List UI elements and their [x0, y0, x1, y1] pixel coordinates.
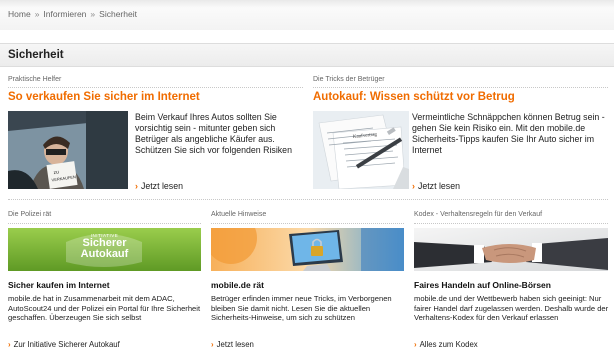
chevron-right-icon: › — [135, 181, 138, 191]
divider — [8, 87, 303, 88]
feature-1-read-more-link[interactable]: › Jetzt lesen — [135, 181, 183, 191]
card-2-image[interactable] — [211, 228, 404, 271]
card-1-title[interactable]: Sicher kaufen im Internet — [8, 280, 110, 290]
contract-papers-image: Kaufvertrag — [313, 111, 409, 189]
card-2-title[interactable]: mobile.de rät — [211, 280, 264, 290]
feature-1-label: Praktische Helfer — [8, 76, 62, 83]
man-in-car-image: zu VERKAUFEN — [8, 111, 128, 189]
card-3-link[interactable]: › Alles zum Kodex — [414, 340, 478, 349]
card-3-label: Kodex - Verhaltensregeln für den Verkauf — [414, 211, 543, 218]
breadcrumb-home-link[interactable]: Home — [8, 9, 31, 19]
chevron-right-icon: › — [211, 340, 214, 349]
feature-1-image[interactable]: zu VERKAUFEN — [8, 111, 128, 189]
breadcrumb-informieren-link[interactable]: Informieren — [43, 9, 86, 19]
chevron-right-icon: › — [414, 340, 417, 349]
divider — [414, 223, 608, 224]
divider — [313, 87, 608, 88]
card-1-label: Die Polizei rät — [8, 211, 52, 218]
chevron-right-icon: › — [8, 340, 11, 349]
padlock-monitor-image — [211, 228, 404, 271]
card-3-title[interactable]: Faires Handeln auf Online-Börsen — [414, 280, 551, 290]
feature-2-label: Die Tricks der Betrüger — [313, 76, 385, 83]
breadcrumb-separator: » — [34, 9, 40, 19]
section-divider — [8, 199, 608, 200]
card-1-link[interactable]: › Zur Initiative Sicherer Autokauf — [8, 340, 120, 349]
card-2-label: Aktuelle Hinweise — [211, 211, 267, 218]
card-2-link-label: Jetzt lesen — [216, 340, 254, 349]
divider — [8, 223, 201, 224]
divider — [211, 223, 404, 224]
card-3-text: mobile.de und der Wettbewerb haben sich … — [414, 294, 609, 323]
card-1-link-label: Zur Initiative Sicherer Autokauf — [13, 340, 120, 349]
feature-2-image[interactable]: Kaufvertrag — [313, 111, 409, 189]
feature-2-text: Vermeintliche Schnäppchen können Betrug … — [412, 112, 605, 155]
card-2-link[interactable]: › Jetzt lesen — [211, 340, 254, 349]
feature-1-link-label: Jetzt lesen — [140, 181, 183, 191]
handshake-image — [414, 228, 608, 271]
svg-text:zu: zu — [53, 169, 59, 176]
chevron-right-icon: › — [412, 181, 415, 191]
card-1-text: mobile.de hat in Zusammenarbeit mit dem … — [8, 294, 201, 323]
card-2-text: Betrüger erfinden immer neue Tricks, im … — [211, 294, 392, 323]
sicherer-autokauf-banner[interactable]: INITIATIVE Sicherer Autokauf — [8, 228, 201, 271]
page-title: Sicherheit — [0, 43, 614, 67]
top-shadow — [0, 0, 614, 8]
feature-2-read-more-link[interactable]: › Jetzt lesen — [412, 181, 460, 191]
breadcrumb-separator: » — [90, 9, 96, 19]
breadcrumb-current: Sicherheit — [99, 9, 137, 19]
card-3-link-label: Alles zum Kodex — [419, 340, 478, 349]
feature-1-text: Beim Verkauf Ihres Autos sollten Sie vor… — [135, 112, 292, 155]
feature-1-headline[interactable]: So verkaufen Sie sicher im Internet — [8, 91, 200, 103]
logo-line-2: Autokauf — [80, 248, 129, 260]
card-3-image[interactable] — [414, 228, 608, 271]
feature-2-link-label: Jetzt lesen — [417, 181, 460, 191]
feature-2-headline[interactable]: Autokauf: Wissen schützt vor Betrug — [313, 91, 515, 103]
